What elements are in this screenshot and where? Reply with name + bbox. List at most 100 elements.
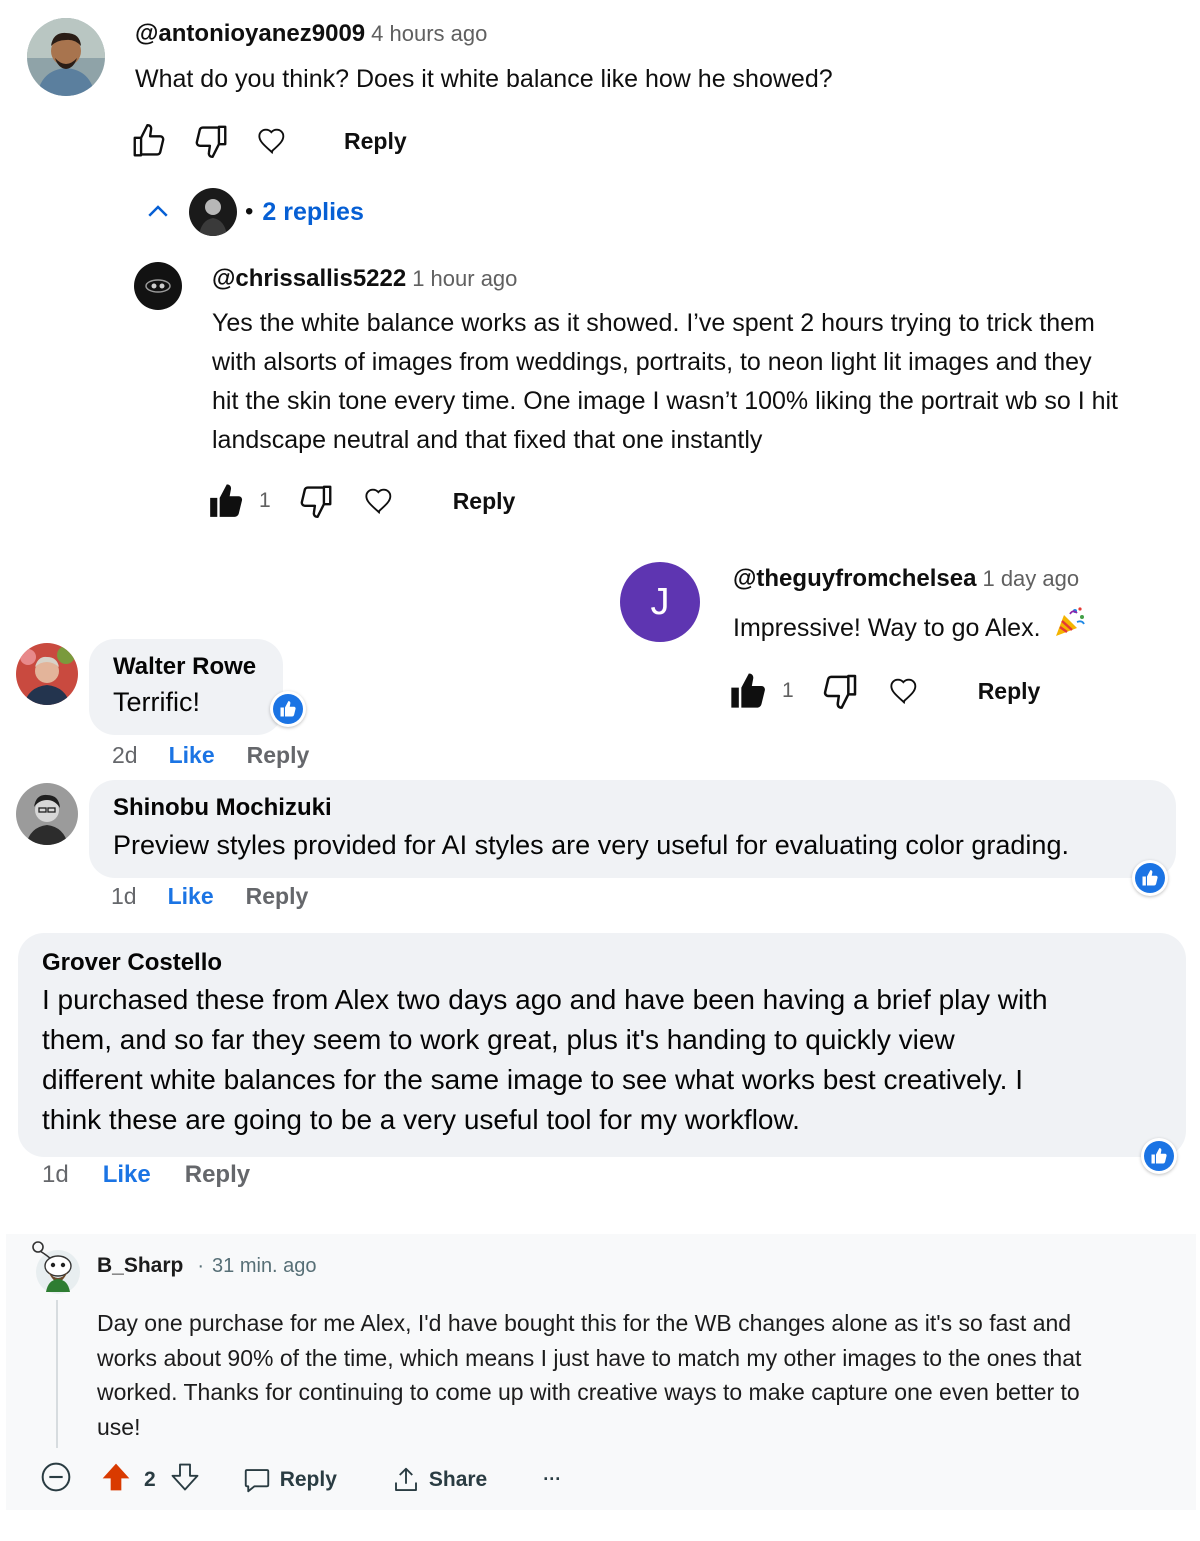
creator-photo-icon — [189, 188, 237, 236]
comment-text: Preview styles provided for AI styles ar… — [113, 830, 1069, 860]
reply-link[interactable]: Reply — [246, 883, 309, 910]
share-upload-icon — [394, 1467, 417, 1491]
like-link[interactable]: Like — [169, 742, 215, 769]
like-link[interactable]: Like — [103, 1161, 151, 1189]
reddit-text-line: worked. Thanks for continuing to come up… — [97, 1379, 1080, 1405]
collapse-minus-icon — [41, 1462, 71, 1492]
chelsea-text-row: Impressive! Way to go Alex. — [733, 605, 1087, 651]
replies-count: 2 replies — [262, 197, 364, 226]
dislike-button[interactable] — [820, 671, 860, 711]
user-photo-icon — [16, 643, 78, 705]
heart-button[interactable] — [256, 125, 288, 157]
reply-text-line: landscape neutral and that fixed that on… — [212, 426, 763, 454]
meta-separator: · — [197, 1254, 205, 1277]
snoo-avatar-icon — [32, 1241, 80, 1294]
comment-text-line: them, and so far they seem to work great… — [42, 1024, 955, 1055]
like-reaction-circle — [1135, 863, 1165, 893]
downvote-button[interactable] — [170, 1462, 200, 1497]
user-photo-icon — [16, 783, 78, 845]
reply-text-line: hit the skin tone every time. One image … — [212, 387, 1118, 415]
dislike-button[interactable] — [297, 482, 335, 520]
comment-age[interactable]: 2d — [112, 742, 138, 769]
reply-text-line: with alsorts of images from weddings, po… — [212, 348, 1092, 376]
replies-toggle[interactable]: • 2 replies — [143, 188, 364, 236]
comment-text: I purchased these from Alex two days ago… — [42, 980, 1162, 1140]
upvote-button[interactable] — [100, 1461, 132, 1498]
comment-text-line: I purchased these from Alex two days ago… — [42, 984, 1048, 1015]
reply-button[interactable]: Reply — [978, 678, 1041, 705]
comment-bubble: Shinobu Mochizuki Preview styles provide… — [89, 780, 1176, 878]
share-label: Share — [428, 1467, 488, 1491]
reply-link[interactable]: Reply — [247, 742, 310, 769]
collapse-button[interactable] — [40, 1461, 72, 1498]
avatar-shinobu-mochizuki[interactable] — [16, 783, 78, 845]
avatar-b-sharp[interactable] — [28, 1240, 84, 1296]
reddit-author[interactable]: B_Sharp — [97, 1254, 183, 1278]
reply-label: Reply — [279, 1467, 337, 1491]
dislike-button[interactable] — [192, 122, 230, 160]
like-reaction-badge[interactable] — [270, 691, 306, 727]
chelsea-header: @theguyfromchelsea 1 day ago — [733, 565, 1079, 593]
chelsea-time[interactable]: 1 day ago — [982, 566, 1079, 591]
commenter-name[interactable]: Walter Rowe — [113, 653, 259, 681]
heart-button[interactable] — [888, 675, 920, 707]
reply-button[interactable]: Reply — [453, 488, 516, 515]
reply-author[interactable]: @chrissallis5222 — [212, 265, 406, 292]
comment-meta: 2d Like Reply — [112, 742, 309, 769]
chelsea-author[interactable]: @theguyfromchelsea — [733, 565, 976, 592]
vote-score: 2 — [144, 1467, 156, 1491]
thumbs-down-icon — [823, 674, 856, 709]
comment-age[interactable]: 1d — [42, 1161, 69, 1189]
avatar-theguyfromchelsea[interactable]: J — [620, 562, 700, 642]
reddit-header: B_Sharp · 31 min. ago — [97, 1254, 317, 1278]
thumbs-up-icon — [280, 701, 296, 717]
speech-bubble-icon — [244, 1468, 269, 1492]
chelsea-actions: 1 Reply — [728, 671, 1040, 711]
heart-button[interactable] — [363, 485, 395, 517]
comment-text-line: think these are going to be a very usefu… — [42, 1104, 800, 1135]
thread-line[interactable] — [56, 1300, 58, 1448]
user-photo-icon — [27, 18, 105, 96]
comment-meta: 1d Like Reply — [42, 1161, 250, 1189]
comment-text: Terrific! — [113, 687, 200, 717]
like-reaction-circle — [273, 694, 303, 724]
like-link[interactable]: Like — [168, 883, 214, 910]
reply-text-line: Yes the white balance works as it showed… — [212, 309, 1095, 337]
like-reaction-badge[interactable] — [1132, 860, 1168, 896]
reddit-text-line: Day one purchase for me Alex, I'd have b… — [97, 1310, 1072, 1336]
share-button[interactable]: Share — [391, 1465, 487, 1495]
like-button[interactable] — [130, 122, 168, 160]
replies-bullet: • — [245, 198, 254, 225]
thumbs-up-icon — [133, 123, 165, 157]
more-options-button[interactable]: ··· — [543, 1469, 561, 1490]
reddit-comment-text: Day one purchase for me Alex, I'd have b… — [97, 1306, 1187, 1444]
reddit-text-line: use! — [97, 1413, 141, 1440]
avatar-walter-rowe[interactable] — [16, 643, 78, 705]
reply-text: Yes the white balance works as it showed… — [212, 304, 1197, 460]
comment-age[interactable]: 1d — [111, 883, 137, 910]
reddit-actions: 2 Reply Share ··· — [40, 1461, 561, 1498]
like-button[interactable] — [207, 482, 245, 520]
reply-button[interactable]: Reply — [344, 128, 407, 155]
reply-time[interactable]: 1 hour ago — [412, 266, 517, 291]
reddit-time[interactable]: 31 min. ago — [212, 1255, 317, 1278]
reply-link[interactable]: Reply — [185, 1161, 250, 1189]
comment-bubble: Grover Costello I purchased these from A… — [18, 933, 1186, 1157]
chevron-up-icon — [148, 205, 168, 217]
commenter-name[interactable]: Shinobu Mochizuki — [113, 794, 1152, 822]
party-popper-icon — [1053, 605, 1087, 651]
comment-time[interactable]: 4 hours ago — [371, 21, 487, 46]
party-popper-glyph — [1055, 607, 1085, 636]
like-reaction-badge[interactable] — [1141, 1138, 1177, 1174]
like-button[interactable] — [728, 671, 768, 711]
comment-bubble: Walter Rowe Terrific! — [89, 639, 283, 735]
reddit-text-line: works about 90% of the time, which means… — [97, 1344, 1082, 1371]
commenter-name[interactable]: Grover Costello — [42, 949, 1162, 977]
avatar-chrissallis[interactable] — [134, 262, 182, 310]
comment-header: @antonioyanez9009 4 hours ago — [135, 20, 487, 48]
avatar-antonioyanez[interactable] — [27, 18, 105, 96]
thumbs-up-filled-icon — [731, 673, 765, 708]
reply-button[interactable]: Reply — [242, 1465, 337, 1495]
comment-author[interactable]: @antonioyanez9009 — [135, 20, 365, 47]
downvote-arrow-icon — [171, 1463, 199, 1491]
